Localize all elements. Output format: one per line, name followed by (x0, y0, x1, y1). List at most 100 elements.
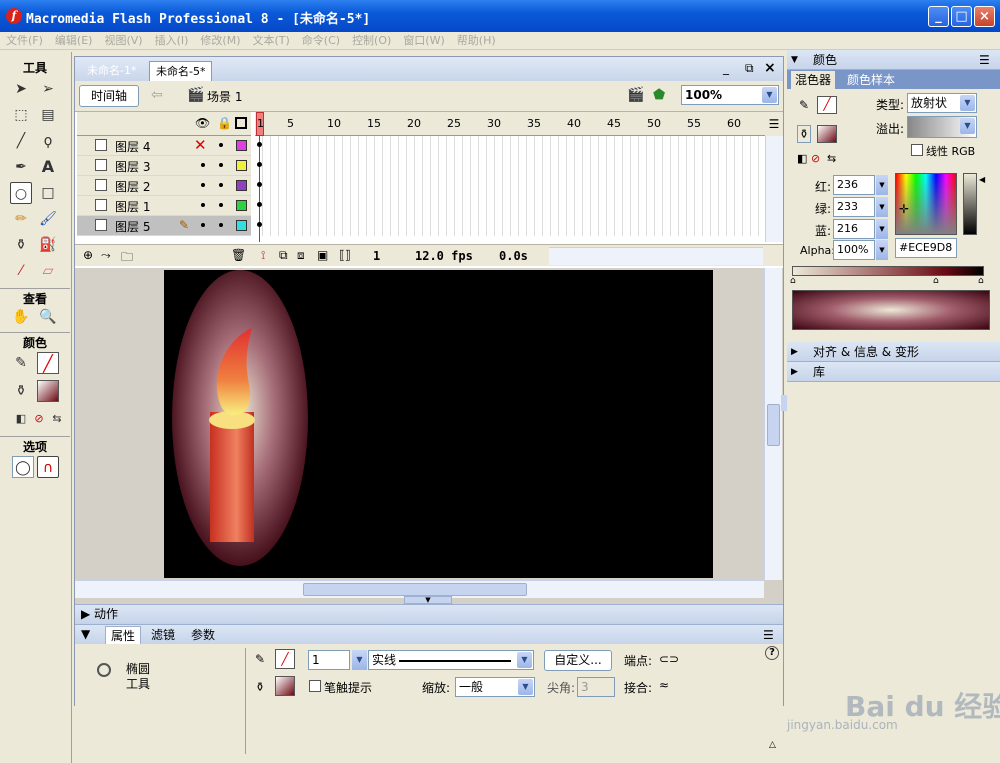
zoom-select[interactable]: 100% ▼ (681, 85, 779, 105)
maximize-button[interactable]: □ (951, 6, 972, 27)
fill-color-swatch[interactable] (37, 380, 59, 402)
green-field[interactable]: 233 (833, 197, 875, 217)
ink-bottle-tool-icon[interactable]: ⚱ (10, 234, 32, 256)
tab-doc-5[interactable]: 未命名-5* (149, 61, 213, 81)
help-icon[interactable]: ? (765, 646, 779, 660)
layer-row[interactable]: 图层 1 (77, 196, 251, 216)
snap-magnet-icon[interactable]: ∩ (37, 456, 59, 478)
stroke-hinting-checkbox[interactable] (309, 680, 321, 692)
keyframe[interactable] (257, 202, 262, 207)
stroke-color-swatch[interactable]: ╱ (817, 96, 837, 114)
hex-field[interactable]: #ECE9D8 (895, 238, 957, 258)
color-spectrum-picker[interactable]: ✛ (895, 173, 957, 235)
stage-vscroll-thumb[interactable] (767, 404, 780, 446)
chevron-down-icon[interactable]: ▼ (876, 240, 888, 260)
expand-properties-icon[interactable]: △ (769, 740, 776, 750)
keyframe[interactable] (257, 162, 262, 167)
stage-canvas[interactable] (164, 270, 713, 578)
pen-tool-icon[interactable]: ✒ (10, 156, 32, 178)
fill-color-icon[interactable]: ⚱ (10, 380, 32, 402)
outline-icon[interactable] (235, 117, 247, 129)
menu-insert[interactable]: 插入(I) (149, 32, 195, 50)
add-guide-icon[interactable]: ⤳ (101, 248, 111, 263)
fill-bucket-icon[interactable]: ⚱ (797, 125, 812, 143)
keyframe[interactable] (257, 222, 262, 227)
linear-rgb-checkbox[interactable] (911, 144, 923, 156)
stroke-style-select[interactable]: 实线 ▼ (368, 650, 534, 670)
stage-vscroll[interactable] (764, 268, 782, 580)
gradient-bar[interactable] (792, 266, 984, 276)
outline-color-swatch[interactable] (236, 160, 247, 171)
lock-dot[interactable] (219, 223, 223, 227)
visibility-dot[interactable] (201, 183, 205, 187)
align-panel-header[interactable]: ▶ 对齐 & 信息 & 变形 (787, 342, 1000, 362)
add-layer-icon[interactable]: ⊕ (83, 248, 93, 262)
doc-restore-icon[interactable]: ⧉ (745, 61, 754, 76)
rectangle-tool-icon[interactable]: □ (37, 182, 59, 204)
keyframe[interactable] (257, 182, 262, 187)
doc-minimize-icon[interactable]: _ (723, 61, 729, 75)
custom-stroke-button[interactable]: 自定义... (544, 650, 612, 671)
outline-color-swatch[interactable] (236, 140, 247, 151)
menu-commands[interactable]: 命令(C) (296, 32, 346, 50)
frame-ruler[interactable]: 1 5 10 15 20 25 30 35 40 45 50 55 60 (255, 112, 765, 136)
close-button[interactable]: × (974, 6, 995, 27)
library-panel-header[interactable]: ▶ 库 (787, 362, 1000, 382)
visibility-dot[interactable] (201, 223, 205, 227)
swap-colors-icon[interactable]: ⇆ (46, 408, 68, 430)
title-bar[interactable]: f Macromedia Flash Professional 8 - [未命名… (0, 0, 1000, 32)
menu-view[interactable]: 视图(V) (98, 32, 148, 50)
blue-field[interactable]: 216 (833, 219, 875, 239)
edit-symbols-icon[interactable]: ⬟ (653, 87, 665, 103)
lock-dot[interactable] (219, 183, 223, 187)
menu-control[interactable]: 控制(O) (346, 32, 397, 50)
object-drawing-icon[interactable]: ◯ (12, 456, 34, 478)
lock-dot[interactable] (219, 143, 223, 147)
eyedropper-tool-icon[interactable]: ⁄ (10, 260, 32, 282)
stroke-color-swatch[interactable]: ╱ (37, 352, 59, 374)
tab-doc-1[interactable]: 未命名-1* (81, 61, 142, 81)
actions-panel-header[interactable]: ▶ 动作 (75, 604, 783, 623)
menu-edit[interactable]: 编辑(E) (49, 32, 99, 50)
chevron-down-icon[interactable]: ▼ (876, 219, 888, 239)
miter-field[interactable]: 3 (577, 677, 615, 697)
paint-bucket-tool-icon[interactable]: ⛽ (37, 234, 59, 256)
tab-swatches[interactable]: 颜色样本 (847, 71, 895, 89)
oval-tool-icon[interactable]: ○ (10, 182, 32, 204)
visibility-dot[interactable] (201, 203, 205, 207)
join-style-icon[interactable]: ≈ (659, 678, 669, 692)
frames-grid[interactable] (255, 136, 765, 236)
collapse-arrow-icon[interactable]: ▼ (81, 627, 90, 641)
timeline-toggle-button[interactable]: 时间轴 (79, 85, 139, 107)
overflow-select[interactable]: ▼ (907, 116, 977, 138)
menu-window[interactable]: 窗口(W) (397, 32, 450, 50)
panel-splitter[interactable] (781, 395, 787, 411)
tab-parameters[interactable]: 参数 (191, 626, 215, 644)
timeline-vscroll[interactable] (765, 136, 783, 242)
cap-style-icon[interactable]: ⊂⊃ (659, 652, 679, 666)
color-panel-header[interactable]: ▼ 颜色 ☰ (787, 50, 1000, 70)
menu-text[interactable]: 文本(T) (246, 32, 295, 50)
swap-colors-icon[interactable]: ⇆ (827, 152, 836, 165)
properties-menu-icon[interactable]: ☰ (763, 626, 774, 644)
line-tool-icon[interactable]: ╱ (10, 130, 32, 152)
zoom-tool-icon[interactable]: 🔍 (37, 306, 59, 328)
brush-tool-icon[interactable]: 🖌 (37, 208, 59, 230)
menu-file[interactable]: 文件(F) (0, 32, 49, 50)
outline-color-swatch[interactable] (236, 220, 247, 231)
stroke-width-field[interactable]: 1 (308, 650, 350, 670)
doc-close-icon[interactable]: × (764, 60, 776, 76)
timeline-menu-icon[interactable]: ☰ (765, 112, 783, 136)
red-field[interactable]: 236 (833, 175, 875, 195)
tab-properties[interactable]: 属性 (105, 626, 142, 645)
fill-type-select[interactable]: 放射状 ▼ (907, 93, 977, 113)
stroke-color-icon[interactable]: ✎ (10, 352, 32, 374)
layer-row[interactable]: 图层 3 (77, 156, 251, 176)
outline-color-swatch[interactable] (236, 180, 247, 191)
tab-filters[interactable]: 滤镜 (151, 626, 175, 644)
no-color-icon[interactable]: ⊘ (811, 152, 820, 165)
stroke-color-swatch[interactable]: ╱ (275, 649, 295, 669)
menu-modify[interactable]: 修改(M) (194, 32, 246, 50)
edit-scene-icon[interactable]: 🎬 (627, 87, 644, 103)
add-folder-icon[interactable]: 🗀 (121, 248, 133, 269)
